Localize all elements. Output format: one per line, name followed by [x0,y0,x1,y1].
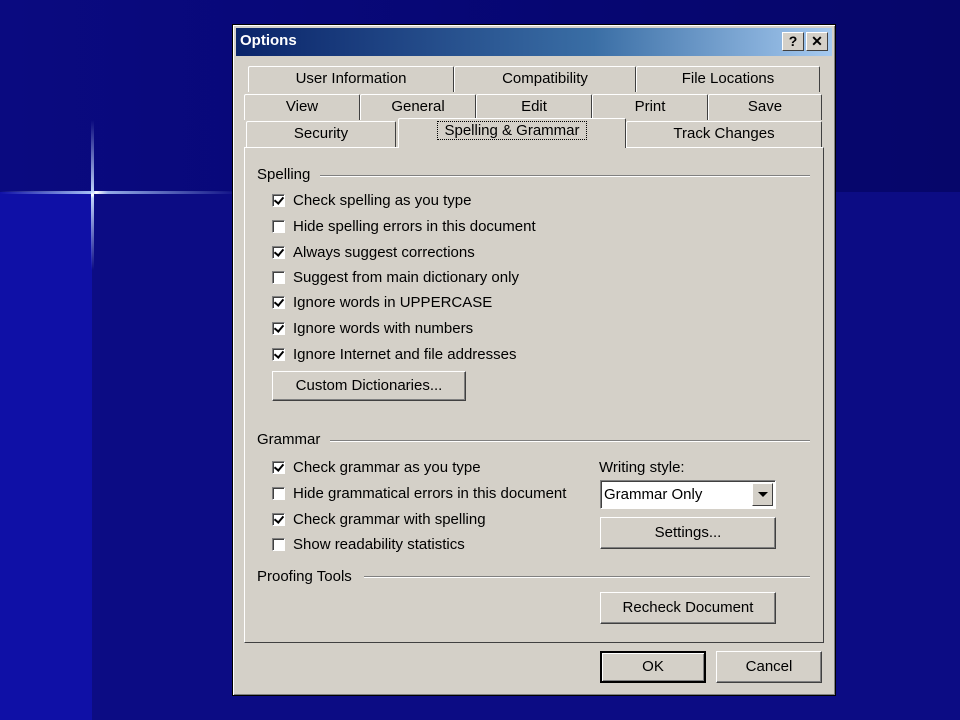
ignore-internet-addresses[interactable]: Ignore Internet and file addresses [272,346,516,363]
close-button[interactable]: ✕ [806,32,828,51]
check-grammar-with-spelling[interactable]: Check grammar with spelling [272,511,486,528]
ignore-numbers[interactable]: Ignore words with numbers [272,320,473,337]
spelling-group-divider [320,175,810,177]
help-button[interactable]: ? [782,32,804,51]
hide-grammatical-errors[interactable]: Hide grammatical errors in this document [272,485,566,502]
tab-track-changes[interactable]: Track Changes [626,121,822,147]
checkbox-icon[interactable] [272,271,285,284]
tab-edit[interactable]: Edit [476,94,592,120]
sparkle-vertical [91,120,94,270]
grammar-group-label: Grammar [257,431,321,448]
ignore-uppercase-label: Ignore words in UPPERCASE [293,294,493,311]
writing-style-select[interactable]: Grammar Only [600,480,776,509]
checkbox-icon[interactable] [272,513,285,526]
slide-background-left [0,192,92,720]
recheck-document-button[interactable]: Recheck Document [600,592,776,624]
window-title: Options [240,32,297,49]
writing-style-label: Writing style: [599,459,685,476]
custom-dictionaries-button[interactable]: Custom Dictionaries... [272,371,466,401]
checkbox-icon[interactable] [272,246,285,259]
always-suggest-corrections-label: Always suggest corrections [293,244,475,261]
tab-user-information[interactable]: User Information [248,66,454,92]
show-readability-statistics[interactable]: Show readability statistics [272,536,465,553]
checkbox-icon[interactable] [272,296,285,309]
hide-grammatical-errors-label: Hide grammatical errors in this document [293,485,567,502]
checkbox-icon[interactable] [272,461,285,474]
ignore-uppercase[interactable]: Ignore words in UPPERCASE [272,294,492,311]
cancel-button[interactable]: Cancel [716,651,822,683]
checkbox-icon[interactable] [272,194,285,207]
checkbox-icon[interactable] [272,538,285,551]
ignore-internet-addresses-label: Ignore Internet and file addresses [293,346,517,363]
chevron-down-icon[interactable] [752,483,773,506]
check-grammar-as-you-type[interactable]: Check grammar as you type [272,459,481,476]
check-spelling-as-you-type[interactable]: Check spelling as you type [272,192,471,209]
checkbox-icon[interactable] [272,322,285,335]
grammar-group-divider [330,440,810,442]
checkbox-icon[interactable] [272,220,285,233]
tab-security[interactable]: Security [246,121,396,147]
tab-spelling-grammar-label: Spelling & Grammar [437,121,587,140]
checkbox-icon[interactable] [272,348,285,361]
suggest-main-dictionary-only[interactable]: Suggest from main dictionary only [272,269,519,286]
tab-save[interactable]: Save [708,94,822,120]
tab-view[interactable]: View [244,94,360,120]
ignore-numbers-label: Ignore words with numbers [293,320,474,337]
tab-spelling-grammar[interactable]: Spelling & Grammar [398,118,626,148]
tab-print[interactable]: Print [592,94,708,120]
proofing-tools-group-label: Proofing Tools [257,568,352,585]
tab-file-locations[interactable]: File Locations [636,66,820,92]
ok-button[interactable]: OK [600,651,706,683]
tab-compatibility[interactable]: Compatibility [454,66,636,92]
suggest-main-dictionary-only-label: Suggest from main dictionary only [293,269,519,286]
writing-style-value: Grammar Only [604,486,703,503]
sparkle-horizontal [0,191,240,194]
check-grammar-as-you-type-label: Check grammar as you type [293,459,481,476]
always-suggest-corrections[interactable]: Always suggest corrections [272,244,475,261]
hide-spelling-errors[interactable]: Hide spelling errors in this document [272,218,536,235]
tab-general[interactable]: General [360,94,476,120]
settings-button[interactable]: Settings... [600,517,776,549]
spelling-group-label: Spelling [257,166,311,183]
title-bar[interactable]: Options ? ✕ [236,28,832,56]
check-spelling-as-you-type-label: Check spelling as you type [293,192,472,209]
proofing-tools-group-divider [364,576,810,578]
hide-spelling-errors-label: Hide spelling errors in this document [293,218,536,235]
show-readability-statistics-label: Show readability statistics [293,536,465,553]
check-grammar-with-spelling-label: Check grammar with spelling [293,511,486,528]
checkbox-icon[interactable] [272,487,285,500]
